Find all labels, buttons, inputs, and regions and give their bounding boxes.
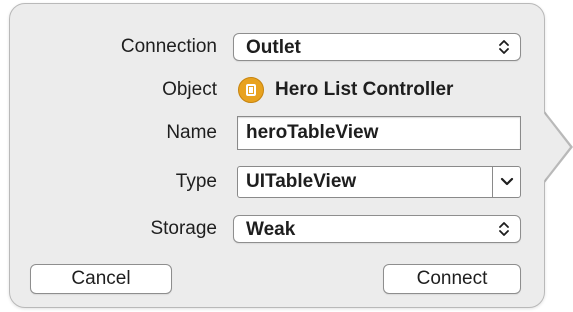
cancel-button[interactable]: Cancel xyxy=(30,264,172,294)
object-value: Hero List Controller xyxy=(275,79,454,100)
name-label: Name xyxy=(166,122,217,143)
combo-divider xyxy=(492,167,493,197)
up-down-stepper-icon xyxy=(498,37,510,63)
chevron-down-icon[interactable] xyxy=(494,167,520,197)
storage-value: Weak xyxy=(246,219,296,240)
view-controller-icon xyxy=(238,77,264,103)
connection-popup[interactable]: Outlet xyxy=(233,33,521,61)
name-field-value: heroTableView xyxy=(246,122,379,143)
type-combo-box[interactable]: UITableView xyxy=(237,166,521,198)
connect-button[interactable]: Connect xyxy=(383,264,521,294)
object-label: Object xyxy=(162,79,217,100)
type-value: UITableView xyxy=(246,171,357,192)
name-field[interactable]: heroTableView xyxy=(237,116,521,150)
storage-popup[interactable]: Weak xyxy=(233,215,521,243)
popover-arrow xyxy=(539,107,570,187)
connection-label: Connection xyxy=(120,36,217,57)
connection-value: Outlet xyxy=(246,37,301,58)
up-down-stepper-icon xyxy=(498,219,510,245)
type-label: Type xyxy=(175,171,217,192)
stage: Connection Outlet Object Hero List Contr… xyxy=(0,0,573,312)
storage-label: Storage xyxy=(150,218,217,239)
